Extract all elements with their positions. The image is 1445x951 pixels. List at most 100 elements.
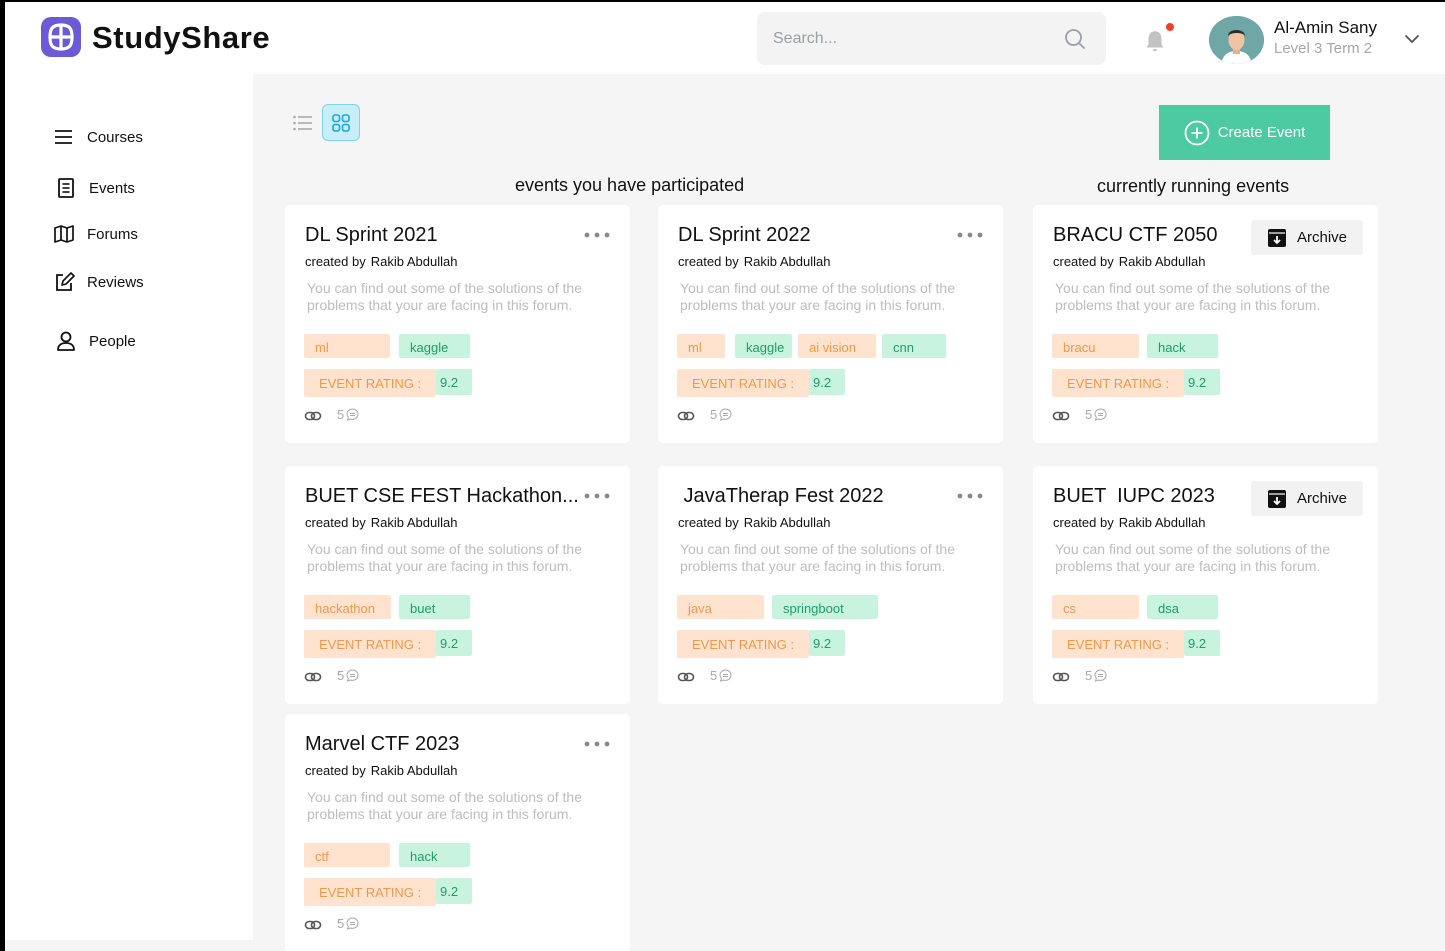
event-tag[interactable]: bracu: [1052, 334, 1139, 358]
comment-count[interactable]: 5: [710, 407, 732, 422]
comment-icon: [719, 669, 732, 682]
event-title[interactable]: JavaTherap Fest 2022: [678, 485, 884, 508]
comment-count[interactable]: 5: [337, 916, 359, 931]
avatar[interactable]: [1209, 16, 1264, 64]
event-card[interactable]: JavaTherap Fest 2022 created by Rakib Abd…: [658, 466, 1003, 704]
link-icon[interactable]: [677, 407, 695, 425]
event-card[interactable]: DL Sprint 2021 created by Rakib Abdullah …: [285, 205, 630, 443]
event-card[interactable]: DL Sprint 2022 created by Rakib Abdullah …: [658, 205, 1003, 443]
event-tag[interactable]: hackathon: [304, 595, 391, 619]
running-section-title: currently running events: [1097, 176, 1290, 196]
event-rating-label: EVENT RATING :: [1052, 369, 1184, 397]
edit-icon: [56, 272, 75, 291]
comment-count[interactable]: 5: [337, 407, 359, 422]
link-icon[interactable]: [677, 668, 695, 686]
create-event-button[interactable]: Create Event: [1159, 105, 1330, 160]
comment-count[interactable]: 5: [1085, 407, 1107, 422]
more-options-icon[interactable]: [957, 228, 983, 242]
menu-icon: [55, 130, 72, 144]
event-tag[interactable]: ai vision: [798, 334, 876, 358]
more-options-icon[interactable]: [584, 228, 610, 242]
search-input[interactable]: [773, 12, 1063, 65]
event-title[interactable]: Marvel CTF 2023: [305, 733, 460, 756]
event-tag[interactable]: kaggle: [399, 334, 470, 358]
sidebar-item-courses[interactable]: Courses: [53, 126, 143, 148]
event-tag[interactable]: dsa: [1147, 595, 1218, 619]
link-icon[interactable]: [304, 668, 322, 686]
participated-section-title: events you have participated: [515, 175, 745, 195]
event-tag[interactable]: ml: [677, 334, 725, 358]
event-tag[interactable]: ml: [304, 334, 390, 358]
event-rating-value: 9.2: [1184, 369, 1220, 395]
link-icon[interactable]: [1052, 668, 1070, 686]
chevron-down-icon[interactable]: [1402, 29, 1422, 49]
event-tag[interactable]: cnn: [882, 334, 946, 358]
event-description: You can find out some of the solutions o…: [307, 789, 583, 822]
event-description: You can find out some of the solutions o…: [1055, 541, 1331, 574]
event-rating-label: EVENT RATING :: [304, 878, 436, 906]
search-box: [757, 12, 1106, 65]
comment-count[interactable]: 5: [1085, 668, 1107, 683]
sidebar-item-label: People: [89, 332, 136, 350]
event-rating-label: EVENT RATING :: [304, 630, 436, 658]
event-card[interactable]: BUET IUPC 2023 Archive created by Rakib A…: [1033, 466, 1378, 704]
list-view-button[interactable]: [285, 104, 321, 141]
event-tag[interactable]: java: [677, 595, 764, 619]
app-name: StudyShare: [92, 20, 271, 55]
sidebar-item-people[interactable]: People: [55, 330, 136, 352]
event-title[interactable]: BUET IUPC 2023: [1053, 485, 1215, 508]
event-rating-label: EVENT RATING :: [1052, 630, 1184, 658]
notification-dot: [1166, 23, 1174, 31]
event-tag[interactable]: kaggle: [735, 334, 792, 358]
user-name[interactable]: Al-Amin Sany: [1274, 18, 1377, 38]
link-icon[interactable]: [1052, 407, 1070, 425]
create-event-label: Create Event: [1217, 124, 1306, 141]
comment-icon: [346, 917, 359, 930]
archive-icon: [1267, 489, 1286, 508]
user-level: Level 3 Term 2: [1274, 40, 1373, 57]
sidebar-item-label: Events: [89, 179, 135, 197]
event-description: You can find out some of the solutions o…: [307, 280, 583, 313]
event-tag[interactable]: springboot: [772, 595, 878, 619]
event-tag[interactable]: ctf: [304, 843, 390, 867]
more-options-icon[interactable]: [957, 489, 983, 503]
event-rating-value: 9.2: [809, 630, 845, 656]
studyshare-logo-icon[interactable]: [40, 16, 82, 58]
notification-bell-icon[interactable]: [1142, 28, 1168, 54]
event-title[interactable]: BRACU CTF 2050: [1053, 224, 1218, 247]
link-icon[interactable]: [304, 407, 322, 425]
event-rating-value: 9.2: [436, 369, 472, 395]
more-options-icon[interactable]: [584, 489, 610, 503]
event-rating-value: 9.2: [1184, 630, 1220, 656]
app-window: StudyShare Al-Amin Sany Level 3 Term 2: [5, 2, 1445, 951]
event-card[interactable]: Marvel CTF 2023 created by Rakib Abdullah…: [285, 714, 630, 951]
event-tag[interactable]: hack: [1147, 334, 1218, 358]
event-title[interactable]: DL Sprint 2022: [678, 224, 811, 247]
event-creator: created by Rakib Abdullah: [305, 254, 458, 269]
event-tag[interactable]: hack: [399, 843, 470, 867]
event-tag[interactable]: cs: [1052, 595, 1139, 619]
event-tag[interactable]: buet: [399, 595, 470, 619]
link-icon[interactable]: [304, 916, 322, 934]
sidebar-item-forums[interactable]: Forums: [53, 223, 138, 245]
grid-view-icon: [332, 113, 350, 132]
more-options-icon[interactable]: [584, 737, 610, 751]
comment-count[interactable]: 5: [710, 668, 732, 683]
archive-label: Archive: [1296, 490, 1348, 507]
top-bar: StudyShare Al-Amin Sany Level 3 Term 2: [5, 2, 1445, 74]
grid-view-button[interactable]: [322, 104, 360, 141]
sidebar-item-events[interactable]: Events: [55, 177, 135, 199]
archive-button[interactable]: Archive: [1251, 220, 1363, 255]
event-rating-value: 9.2: [436, 878, 472, 904]
event-title[interactable]: DL Sprint 2021: [305, 224, 438, 247]
event-title[interactable]: BUET CSE FEST Hackathon...: [305, 485, 579, 508]
search-icon[interactable]: [1063, 27, 1087, 51]
comment-count[interactable]: 5: [337, 668, 359, 683]
event-rating-label: EVENT RATING :: [677, 369, 809, 397]
event-card[interactable]: BUET CSE FEST Hackathon... created by Rak…: [285, 466, 630, 704]
archive-button[interactable]: Archive: [1251, 481, 1363, 516]
sidebar-item-reviews[interactable]: Reviews: [53, 271, 144, 293]
event-rating-label: EVENT RATING :: [304, 369, 436, 397]
event-card[interactable]: BRACU CTF 2050 Archive created by Rakib A…: [1033, 205, 1378, 443]
sidebar-item-label: Forums: [87, 225, 138, 243]
